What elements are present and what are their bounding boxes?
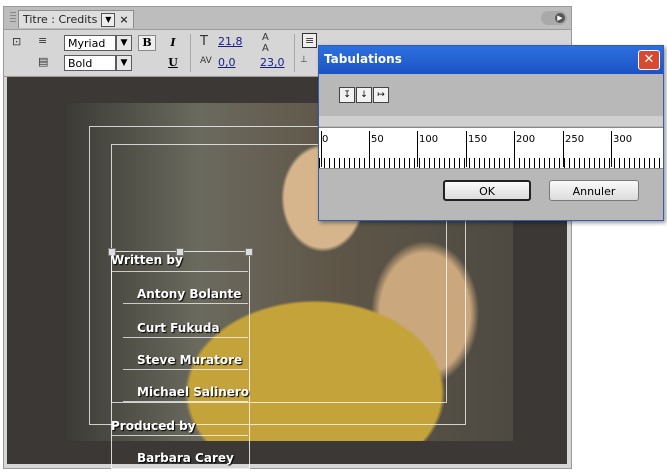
font-style-select[interactable]: Bold [64, 55, 116, 71]
right-tab-icon[interactable]: ↦ [373, 87, 389, 103]
kerning-value[interactable]: 0,0 [218, 56, 236, 69]
close-icon[interactable]: ✕ [638, 50, 660, 70]
left-tab-icon[interactable]: ↧ [339, 87, 355, 103]
line-rule [123, 369, 248, 370]
line-rule [111, 271, 248, 272]
ruler-label: 250 [565, 134, 585, 145]
credit-name: Curt Fukuda [137, 321, 220, 335]
ruler-label: 50 [371, 134, 384, 145]
line-rule [123, 303, 248, 304]
line-rule [111, 435, 248, 436]
line-rule [123, 401, 248, 402]
resize-handle[interactable] [245, 248, 253, 256]
divider [319, 116, 663, 126]
center-tab-icon[interactable]: ↓ [356, 87, 372, 103]
chevron-down-icon[interactable]: ▼ [116, 55, 132, 71]
font-size-icon: T [200, 34, 208, 49]
toolbar-separator [190, 34, 191, 72]
credit-heading: Produced by [111, 419, 196, 433]
italic-button[interactable]: I [164, 35, 182, 51]
grip-icon[interactable] [10, 12, 16, 24]
ruler-label: 0 [322, 134, 329, 145]
credit-name: Steve Muratore [137, 353, 243, 367]
tab-titre-credits[interactable]: Titre : Credits ▼ × [18, 10, 134, 28]
dialog-title: Tabulations [324, 52, 402, 66]
close-icon[interactable]: × [119, 13, 128, 26]
templates-icon[interactable]: ▤ [38, 55, 48, 68]
dialog-body: ↧ ↓ ↦ 0 50 100 150 200 250 300 OK Annule… [319, 74, 663, 220]
ok-button[interactable]: OK [443, 180, 531, 201]
bold-button[interactable]: B [138, 35, 156, 51]
kerning-icon: AV [200, 56, 212, 66]
ruler-label: 100 [419, 134, 439, 145]
credit-name: Michael Salinero [137, 385, 250, 399]
line-rule [123, 337, 248, 338]
leading-value[interactable]: 23,0 [260, 56, 285, 69]
tab-title: Titre : Credits [23, 13, 98, 26]
ruler-label: 150 [468, 134, 488, 145]
font-size-value[interactable]: 21,8 [218, 35, 243, 48]
credit-name: Antony Bolante [137, 287, 242, 301]
cancel-button[interactable]: Annuler [549, 180, 639, 201]
tab-stops-icon[interactable]: ≡ [38, 34, 47, 47]
leading-icon: AA [262, 32, 269, 54]
tab-position-icon[interactable]: ⊥ [300, 55, 308, 65]
tab-ruler[interactable]: 0 50 100 150 200 250 300 [319, 127, 663, 169]
panel-tab-bar: Titre : Credits ▼ × ▶ [4, 7, 571, 30]
ruler-label: 200 [516, 134, 536, 145]
dialog-title-bar[interactable]: Tabulations ✕ [319, 46, 663, 74]
underline-button[interactable]: U [164, 55, 182, 71]
panel-menu-button[interactable]: ▶ [541, 11, 567, 25]
tab-dropdown-icon[interactable]: ▼ [101, 12, 116, 27]
ruler-label: 300 [613, 134, 633, 145]
align-left-icon[interactable]: ≡ [302, 33, 318, 48]
tab-type-buttons: ↧ ↓ ↦ [339, 87, 389, 103]
ruler-minor-ticks [319, 158, 663, 168]
panel-menu-icon: ▶ [555, 13, 565, 23]
credit-name: Barbara Carey [137, 451, 234, 465]
toolbar-separator [294, 34, 295, 72]
credit-heading: Written by [111, 253, 183, 267]
tabulations-dialog: Tabulations ✕ ↧ ↓ ↦ 0 50 100 150 200 250… [318, 45, 664, 221]
font-family-select[interactable]: Myriad ... [64, 35, 116, 66]
text-tool-icon[interactable]: ⊡ [12, 35, 21, 48]
chevron-down-icon[interactable]: ▼ [116, 35, 132, 51]
